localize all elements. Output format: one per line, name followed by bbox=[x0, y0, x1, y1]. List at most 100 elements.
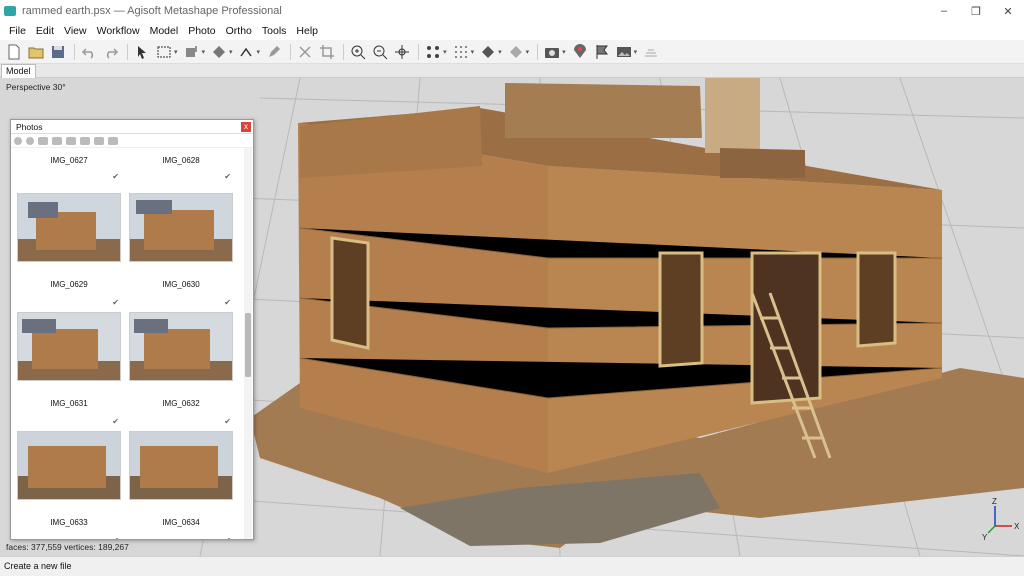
photo-item[interactable]: IMG_0633 ✔ bbox=[17, 429, 121, 539]
photo-aligned-check-icon: ✔ bbox=[112, 536, 119, 539]
delete-selection-icon[interactable] bbox=[295, 42, 315, 62]
draw-pen-icon[interactable] bbox=[264, 42, 284, 62]
photo-aligned-check-icon: ✔ bbox=[112, 172, 119, 181]
photos-scrollbar[interactable] bbox=[244, 148, 252, 539]
reset-view-icon[interactable] bbox=[392, 42, 412, 62]
menu-file[interactable]: File bbox=[4, 25, 31, 37]
photo-aligned-check-icon: ✔ bbox=[224, 417, 231, 426]
photo-item[interactable]: IMG_0629 ✔ bbox=[17, 191, 121, 307]
camera-icon[interactable] bbox=[542, 42, 562, 62]
tab-model[interactable]: Model bbox=[1, 64, 36, 78]
remove-camera-icon[interactable] bbox=[38, 136, 48, 145]
undo-icon[interactable] bbox=[79, 42, 99, 62]
status-bar: Create a new file bbox=[0, 556, 1024, 576]
axis-z-label: Z bbox=[992, 497, 997, 506]
app-icon bbox=[4, 6, 16, 16]
photos-list[interactable]: IMG_0627 ✔ IMG_0628 ✔ IMG_0629 ✔ IMG_063… bbox=[11, 148, 245, 539]
menu-tools[interactable]: Tools bbox=[257, 25, 292, 37]
axis-gizmo: Z X Y bbox=[982, 497, 1020, 542]
window-left bbox=[330, 236, 370, 350]
tab-bar: Model bbox=[0, 64, 1024, 78]
photo-name: IMG_0629 bbox=[50, 280, 88, 289]
navigation-arrow-icon[interactable] bbox=[132, 42, 152, 62]
photo-name: IMG_0634 bbox=[162, 518, 200, 527]
menu-edit[interactable]: Edit bbox=[31, 25, 59, 37]
photo-thumbnail bbox=[17, 431, 121, 500]
photo-item[interactable]: IMG_0631 ✔ bbox=[17, 310, 121, 426]
dense-cloud-icon[interactable] bbox=[451, 42, 471, 62]
redo-icon[interactable] bbox=[101, 42, 121, 62]
menu-photo[interactable]: Photo bbox=[183, 25, 220, 37]
photo-name: IMG_0630 bbox=[162, 280, 200, 289]
photo-aligned-check-icon: ✔ bbox=[224, 298, 231, 307]
photos-toolbar bbox=[11, 134, 253, 148]
enable-camera-icon[interactable] bbox=[14, 136, 22, 145]
view-mode-icon[interactable] bbox=[94, 136, 104, 145]
image-icon[interactable] bbox=[614, 42, 634, 62]
point-cloud-icon[interactable] bbox=[423, 42, 443, 62]
photo-item[interactable]: IMG_0632 ✔ bbox=[129, 310, 233, 426]
filter-by-point-icon[interactable] bbox=[80, 136, 90, 145]
photo-item[interactable]: IMG_0630 ✔ bbox=[129, 191, 233, 307]
photo-name: IMG_0627 bbox=[50, 156, 88, 165]
photos-panel-title: Photos bbox=[16, 121, 43, 132]
projection-label: Perspective 30° bbox=[6, 82, 66, 92]
axis-y-label: Y bbox=[982, 533, 988, 542]
photo-aligned-check-icon: ✔ bbox=[224, 536, 231, 539]
photo-thumbnail bbox=[129, 193, 233, 262]
photos-close-button[interactable]: x bbox=[241, 122, 251, 132]
photos-panel-header: Photos x bbox=[11, 120, 253, 134]
reset-filter-icon[interactable] bbox=[66, 136, 76, 145]
show-markers-icon[interactable] bbox=[570, 42, 590, 62]
menu-ortho[interactable]: Ortho bbox=[221, 25, 257, 37]
new-file-icon[interactable] bbox=[4, 42, 24, 62]
photo-thumbnail bbox=[17, 193, 121, 262]
rotate-object-icon[interactable] bbox=[209, 42, 229, 62]
thumbnail-size-icon[interactable] bbox=[108, 136, 118, 145]
tiled-model-icon[interactable] bbox=[506, 42, 526, 62]
photo-thumbnail bbox=[129, 431, 233, 500]
photo-item[interactable]: IMG_0628 ✔ bbox=[129, 156, 233, 181]
photo-aligned-check-icon: ✔ bbox=[112, 298, 119, 307]
photo-aligned-check-icon: ✔ bbox=[224, 172, 231, 181]
photo-aligned-check-icon: ✔ bbox=[112, 417, 119, 426]
photos-scrollbar-thumb[interactable] bbox=[245, 313, 251, 377]
move-region-icon[interactable] bbox=[182, 42, 202, 62]
window-middle bbox=[658, 251, 704, 368]
close-window-button[interactable]: ✕ bbox=[992, 0, 1024, 22]
grid-icon[interactable] bbox=[641, 42, 661, 62]
roof-parapet bbox=[300, 106, 482, 178]
model-stats: faces: 377,559 vertices: 189,267 bbox=[6, 542, 129, 552]
menu-view[interactable]: View bbox=[59, 25, 92, 37]
open-folder-icon[interactable] bbox=[26, 42, 46, 62]
window-title: rammed earth.psx — Agisoft Metashape Pro… bbox=[22, 5, 282, 17]
upper-block bbox=[720, 148, 805, 178]
rectangle-select-icon[interactable] bbox=[154, 42, 174, 62]
disable-camera-icon[interactable] bbox=[26, 136, 34, 145]
menu-help[interactable]: Help bbox=[291, 25, 323, 37]
photo-item[interactable]: IMG_0627 ✔ bbox=[17, 156, 121, 181]
model-shaded-icon[interactable] bbox=[478, 42, 498, 62]
title-bar: rammed earth.psx — Agisoft Metashape Pro… bbox=[0, 0, 1024, 22]
minimize-button[interactable]: – bbox=[928, 0, 960, 22]
rotate-photo-icon[interactable] bbox=[52, 136, 62, 145]
window-right bbox=[856, 251, 897, 348]
main-toolbar: ▾ ▾ ▾ ▾ ▾ ▾ ▾ ▾ ▾ ▾ bbox=[0, 40, 1024, 64]
photo-name: IMG_0632 bbox=[162, 399, 200, 408]
zoom-out-icon[interactable] bbox=[370, 42, 390, 62]
photo-thumbnail bbox=[129, 312, 233, 381]
zoom-in-icon[interactable] bbox=[348, 42, 368, 62]
photo-name: IMG_0628 bbox=[162, 156, 200, 165]
photos-panel: Photos x IMG_0627 ✔ IMG_0628 ✔ IMG_0629 … bbox=[10, 119, 254, 540]
photo-name: IMG_0631 bbox=[50, 399, 88, 408]
menu-model[interactable]: Model bbox=[145, 25, 184, 37]
photo-name: IMG_0633 bbox=[50, 518, 88, 527]
menu-bar: File Edit View Workflow Model Photo Orth… bbox=[0, 22, 1024, 40]
menu-workflow[interactable]: Workflow bbox=[92, 25, 145, 37]
crop-icon[interactable] bbox=[317, 42, 337, 62]
save-icon[interactable] bbox=[48, 42, 68, 62]
photo-item[interactable]: IMG_0634 ✔ bbox=[129, 429, 233, 539]
maximize-button[interactable]: ❐ bbox=[960, 0, 992, 22]
flag-icon[interactable] bbox=[592, 42, 612, 62]
ruler-icon[interactable] bbox=[237, 42, 257, 62]
